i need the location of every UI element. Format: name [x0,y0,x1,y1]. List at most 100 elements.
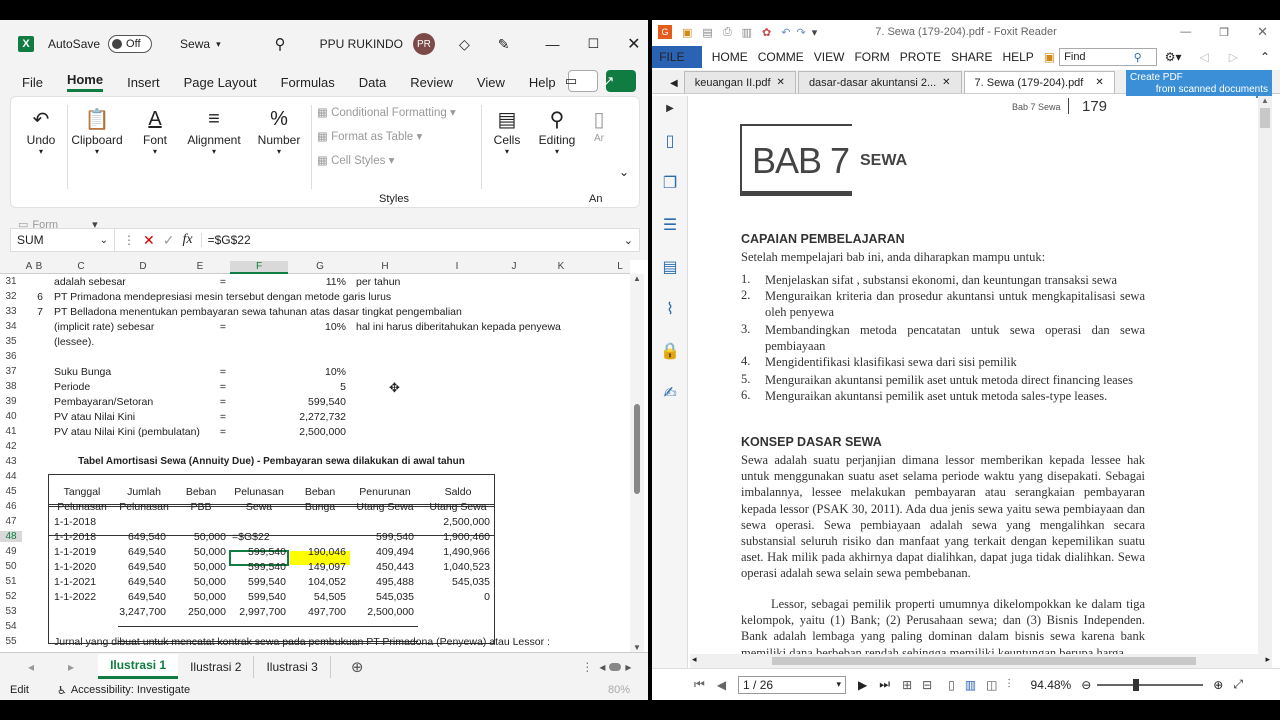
back-icon[interactable]: ◁ [1199,50,1208,64]
cell-e-48[interactable]: 50,000 [172,531,226,543]
forward-icon[interactable]: ▷ [1229,50,1238,64]
table-header-cell[interactable]: PBB [172,501,230,513]
cell-e-52[interactable]: 50,000 [172,591,226,603]
gear-icon[interactable]: ⚙▾ [1165,50,1182,64]
continuous-page-icon[interactable]: ▥ [965,678,976,692]
row-number[interactable]: 31 [0,276,22,287]
menu-home[interactable]: HOME [712,50,748,64]
clipboard-button[interactable]: 📋 Clipboard ▾ [71,97,123,193]
editing-button[interactable]: ⚲ Editing ▾ [535,97,579,193]
col-header-e[interactable]: E [172,261,228,272]
table-header-cell[interactable]: Pelunasan [116,501,172,513]
cell-h-31[interactable]: per tahun [356,276,616,288]
col-header-c[interactable]: C [46,261,116,272]
cell-h-50[interactable]: 450,443 [352,561,414,573]
tab-keuangan[interactable]: keuangan II.pdf ✕ [683,71,796,93]
menu-help[interactable]: HELP [1002,50,1033,64]
search-icon[interactable]: ⚲ [275,35,286,53]
col-header-j[interactable]: J [496,261,532,272]
row-number[interactable]: 47 [0,516,22,527]
open-icon[interactable]: ▣ [682,26,692,39]
table-header-cell[interactable]: Beban [290,486,350,498]
bookmark-icon[interactable]: ▯ [652,120,688,162]
add-sheet-icon[interactable]: ⊕ [351,658,364,676]
pages-icon[interactable]: ❐ [652,162,688,204]
cell-e-41[interactable]: = [172,426,226,438]
cell-e-50[interactable]: 50,000 [172,561,226,573]
folder-search-icon[interactable]: ▣ [1044,50,1055,64]
name-box[interactable]: SUM ⌄ [11,229,115,251]
insert-function-icon[interactable]: fx [182,232,192,248]
cell-h-49[interactable]: 409,494 [352,546,414,558]
fullscreen-icon[interactable]: ⤢ [1233,677,1243,692]
row-number[interactable]: 38 [0,381,22,392]
table-header-cell[interactable]: Penurunan [350,486,420,498]
menu-page-layout[interactable]: Page Layout [184,75,257,90]
cell-h-51[interactable]: 495,488 [352,576,414,588]
autosave-toggle[interactable]: Off [108,35,153,53]
format-as-table-button[interactable]: ▦ Format as Table ▾ [317,129,422,143]
cell-f-51[interactable]: 599,540 [230,576,286,588]
table-header-cell[interactable]: Sewa [230,501,288,513]
next-sheet-icon[interactable]: ▸ [68,660,74,674]
row-number[interactable]: 52 [0,591,22,602]
col-header-g[interactable]: G [290,261,350,272]
hscroll-thumb[interactable] [609,662,622,671]
menu-view[interactable]: VIEW [814,50,845,64]
minimize-icon[interactable]: — [545,36,559,52]
zoom-out-icon[interactable]: ⊖ [1081,678,1091,692]
scroll-up-icon[interactable]: ▲ [630,274,644,283]
cell-b-33[interactable]: 7 [34,306,46,318]
new-icon[interactable]: ▥ [742,26,752,39]
fit-width-icon[interactable]: ⊟ [922,678,932,692]
stamp-icon[interactable]: ✿ [762,26,771,39]
cell-g-34[interactable]: 10% [290,321,346,333]
scroll-up-icon[interactable]: ▲ [1258,96,1272,105]
cell-h-53[interactable]: 2,500,000 [352,606,414,618]
pdf-horizontal-scrollbar[interactable]: ◂ ▸ [690,654,1272,668]
cell-f-49[interactable]: 599,540 [230,546,286,558]
zoom-slider-handle[interactable] [1133,678,1140,691]
accessibility-status[interactable]: Accessibility: Investigate [71,684,190,696]
cell-f-52[interactable]: 599,540 [230,591,286,603]
file-name[interactable]: Sewa [180,37,210,51]
menu-comment[interactable]: COMME [758,50,804,64]
row-number[interactable]: 39 [0,396,22,407]
row-number[interactable]: 35 [0,336,22,347]
save-icon[interactable]: ▤ [702,26,712,39]
row-number[interactable]: 55 [0,636,22,647]
cell-e-39[interactable]: = [172,396,226,408]
formula-input[interactable]: =$G$22 [200,233,624,247]
col-header-h[interactable]: H [352,261,418,272]
cell-g-52[interactable]: 54,505 [290,591,346,603]
row-number[interactable]: 34 [0,321,22,332]
tab-ilustrasi-1[interactable]: Ilustrasi 1 [98,654,179,679]
close-icon[interactable]: ✕ [942,77,950,88]
comments-icon[interactable]: ▤ [652,246,688,288]
undo-button[interactable]: ↶ Undo ▾ [19,97,63,193]
cells-button[interactable]: ▤ Cells ▾ [487,97,527,193]
row-number[interactable]: 37 [0,366,22,377]
cell-e-37[interactable]: = [172,366,226,378]
cell-g-51[interactable]: 104,052 [290,576,346,588]
hscroll-thumb[interactable] [772,657,1196,665]
cell-g-49[interactable]: 190,046 [290,546,346,558]
prev-sheet-icon[interactable]: ◂ [28,660,34,674]
cell-i-51[interactable]: 545,035 [420,576,490,588]
row-number[interactable]: 45 [0,486,22,497]
cell-c-35[interactable]: (lessee). [54,336,614,348]
maximize-icon[interactable]: ☐ [587,36,599,52]
find-input[interactable]: Find ⚲ [1059,48,1157,66]
close-icon[interactable]: ✕ [1095,77,1103,88]
menu-insert[interactable]: Insert [127,75,160,90]
cell-i-47[interactable]: 2,500,000 [420,516,490,528]
split-icon[interactable]: ⫶ [1008,677,1011,692]
pdf-vertical-scrollbar[interactable]: ▲ [1258,96,1272,662]
col-header-i[interactable]: I [420,261,494,272]
cell-g-38[interactable]: 5 [290,381,346,393]
cell-h-34[interactable]: hal ini harus diberitahukan kepada penye… [356,321,616,333]
row-number[interactable]: 44 [0,471,22,482]
menu-home[interactable]: Home [66,72,104,92]
cell-d-48[interactable]: 649,540 [118,531,166,543]
cell-g-31[interactable]: 11% [290,276,346,288]
